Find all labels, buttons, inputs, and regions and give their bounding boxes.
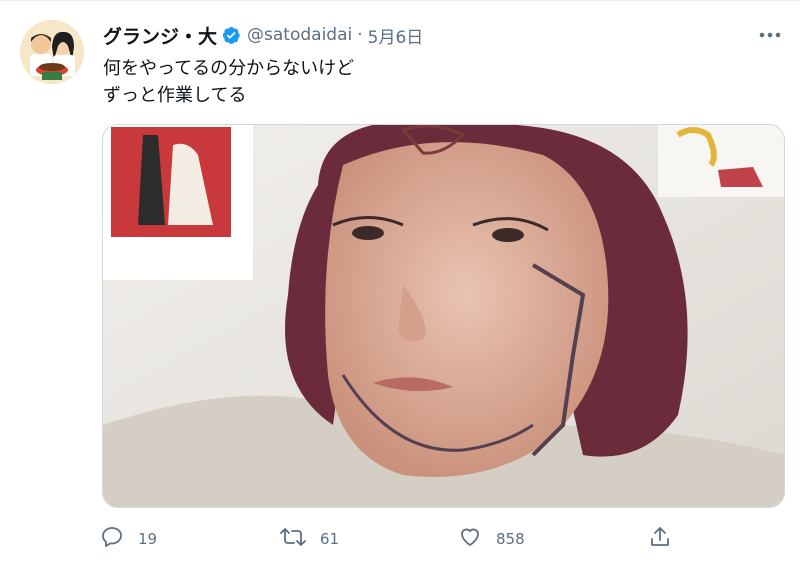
avatar[interactable] [20, 20, 84, 84]
avatar-illustration [20, 20, 84, 84]
tweet-text: 何をやってるの分からないけど ずっと作業してる [103, 55, 354, 109]
heart-icon [458, 525, 482, 553]
retweet-icon [280, 525, 306, 553]
reply-icon [100, 525, 124, 553]
share-button[interactable] [648, 523, 672, 555]
retweet-button[interactable]: 61 [280, 523, 339, 555]
retweet-count: 61 [320, 530, 340, 548]
separator-dot: · [357, 25, 363, 45]
verified-badge-icon [221, 25, 241, 45]
share-icon [648, 525, 672, 553]
like-button[interactable]: 858 [458, 523, 525, 555]
more-icon[interactable] [756, 23, 784, 47]
tweet-photo[interactable] [102, 124, 785, 508]
tweet-header: グランジ・大 @satodaidai · 5月6日 [103, 21, 423, 49]
tweet-text-line-1: 何をやってるの分からないけど [103, 58, 355, 79]
tweet-date[interactable]: 5月6日 [368, 23, 424, 48]
tweet-text-line-2: ずっと作業してる [103, 85, 247, 106]
reply-count: 19 [138, 530, 158, 548]
like-count: 858 [496, 530, 525, 548]
tweet-actions: 19 61 858 [100, 523, 680, 555]
user-handle[interactable]: @satodaidai [247, 25, 352, 45]
photo-illustration [103, 125, 784, 507]
tweet-card[interactable]: グランジ・大 @satodaidai · 5月6日 何をやってるの分からないけど… [0, 0, 800, 572]
display-name[interactable]: グランジ・大 [103, 22, 217, 49]
reply-button[interactable]: 19 [100, 523, 157, 555]
